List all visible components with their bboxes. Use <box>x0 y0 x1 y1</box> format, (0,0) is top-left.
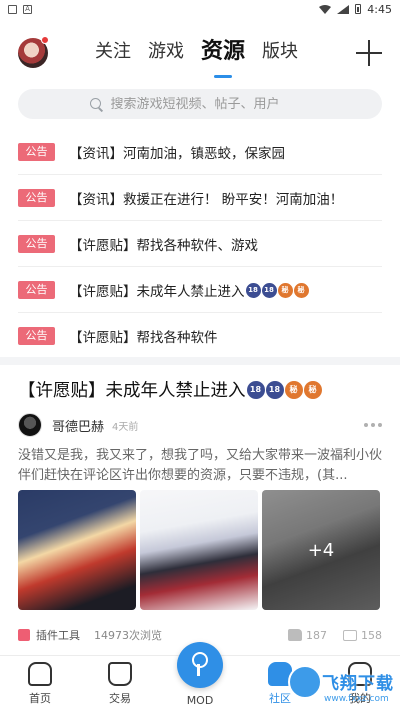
nav-trade[interactable]: 交易 <box>90 662 150 706</box>
section-divider <box>0 357 400 365</box>
secret-badge-icon: 秘 <box>277 282 293 298</box>
post-tag[interactable]: 插件工具 <box>36 627 80 643</box>
post-title-text: 【许愿贴】未成年人禁止进入 <box>18 381 246 401</box>
comment-icon <box>343 629 357 641</box>
comment-button[interactable]: 158 <box>343 629 382 642</box>
r18-badge-icon: 18 <box>265 380 284 399</box>
notice-item[interactable]: 公告 【资讯】河南加油，镇恶蛟，保家园 <box>0 129 400 175</box>
like-button[interactable]: 187 <box>288 629 327 642</box>
author-name[interactable]: 哥德巴赫 <box>52 416 104 435</box>
secret-badge-icon: 秘 <box>293 282 309 298</box>
tab-follow[interactable]: 关注 <box>95 38 131 66</box>
nav-trade-label: 交易 <box>109 692 131 705</box>
notice-list: 公告 【资讯】河南加油，镇恶蛟，保家园 公告 【资讯】救援正在进行！ 盼平安！河… <box>0 129 400 359</box>
app-notification-icon: A <box>23 4 32 14</box>
battery-icon <box>355 4 362 14</box>
watermark-text: 飞翔下载 <box>322 674 394 694</box>
notice-text: 【资讯】河南加油，镇恶蛟，保家园 <box>69 146 285 162</box>
notice-text-label: 【许愿贴】未成年人禁止进入 <box>69 284 245 300</box>
notice-text: 【许愿贴】未成年人禁止进入 18 18 秘 秘 <box>69 280 309 300</box>
thumbs-up-icon <box>288 629 302 641</box>
notice-badge: 公告 <box>18 235 55 253</box>
post-image[interactable]: +4 <box>262 490 380 610</box>
notice-badge: 公告 <box>18 327 55 345</box>
notice-text: 【许愿贴】帮找各种软件 <box>69 330 218 346</box>
status-notifications: A <box>8 4 32 14</box>
post-title[interactable]: 【许愿贴】未成年人禁止进入 18 18 秘 秘 <box>18 377 322 402</box>
search-input[interactable] <box>110 96 311 112</box>
status-bar: A 4:45 <box>0 0 400 18</box>
notice-item[interactable]: 公告 【许愿贴】未成年人禁止进入 18 18 秘 秘 <box>0 267 400 313</box>
tab-sections[interactable]: 版块 <box>262 38 298 66</box>
key-icon <box>189 652 209 676</box>
comment-count: 158 <box>361 628 382 642</box>
notice-text: 【许愿贴】帮找各种软件、游戏 <box>69 238 258 254</box>
watermark-logo-icon <box>288 665 322 699</box>
r18-badge-icon: 18 <box>261 282 277 298</box>
post-time: 4天前 <box>112 421 139 433</box>
secret-badge-icon: 秘 <box>284 380 303 399</box>
bag-icon <box>108 662 132 686</box>
nav-home-label: 首页 <box>29 692 51 705</box>
notice-badge: 公告 <box>18 281 55 299</box>
author-avatar[interactable] <box>18 413 42 437</box>
search-bar[interactable] <box>18 89 382 119</box>
wifi-icon <box>319 4 332 14</box>
notice-badge: 公告 <box>18 189 55 207</box>
add-post-button[interactable] <box>356 40 382 66</box>
post-image[interactable] <box>18 490 136 610</box>
status-time: 4:45 <box>367 2 392 16</box>
nav-home[interactable]: 首页 <box>10 662 70 706</box>
post-body[interactable]: 没错又是我，我又来了，想我了吗，又给大家带来一波福利小伙伴们赶快在评论区许出你想… <box>18 446 382 486</box>
tab-resources[interactable]: 资源 <box>201 38 245 78</box>
more-images-overlay: +4 <box>262 490 380 610</box>
tab-games[interactable]: 游戏 <box>148 38 184 66</box>
watermark-url: www.fxxz.com <box>324 694 389 704</box>
like-count: 187 <box>306 628 327 642</box>
search-icon <box>89 97 103 111</box>
post-image[interactable] <box>140 490 258 610</box>
signal-icon <box>337 4 350 14</box>
notice-item[interactable]: 公告 【许愿贴】帮找各种软件 <box>0 313 400 359</box>
mod-button[interactable] <box>177 642 223 688</box>
view-count: 14973次浏览 <box>94 629 162 642</box>
author-row: 哥德巴赫 4天前 <box>18 413 382 437</box>
top-tabs: 关注 游戏 资源 版块 <box>95 38 315 78</box>
r18-badge-icon: 18 <box>246 380 265 399</box>
notification-dot <box>41 36 49 44</box>
site-watermark: 飞翔下载 www.fxxz.com <box>288 663 400 711</box>
notice-item[interactable]: 公告 【许愿贴】帮找各种软件、游戏 <box>0 221 400 267</box>
nav-mod-label: MOD <box>186 694 214 707</box>
plugin-tag-icon <box>18 629 30 641</box>
post-images: +4 <box>18 490 382 610</box>
more-options-icon[interactable] <box>364 423 382 427</box>
secret-badge-icon: 秘 <box>303 380 322 399</box>
notice-item[interactable]: 公告 【资讯】救援正在进行！ 盼平安！河南加油！ <box>0 175 400 221</box>
home-icon <box>28 662 52 686</box>
status-right: 4:45 <box>319 3 392 16</box>
notification-icon <box>8 4 17 14</box>
notice-text: 【资讯】救援正在进行！ 盼平安！河南加油！ <box>69 192 344 208</box>
r18-badge-icon: 18 <box>245 282 261 298</box>
notice-badge: 公告 <box>18 143 55 161</box>
top-bar: 关注 游戏 资源 版块 <box>0 28 400 82</box>
